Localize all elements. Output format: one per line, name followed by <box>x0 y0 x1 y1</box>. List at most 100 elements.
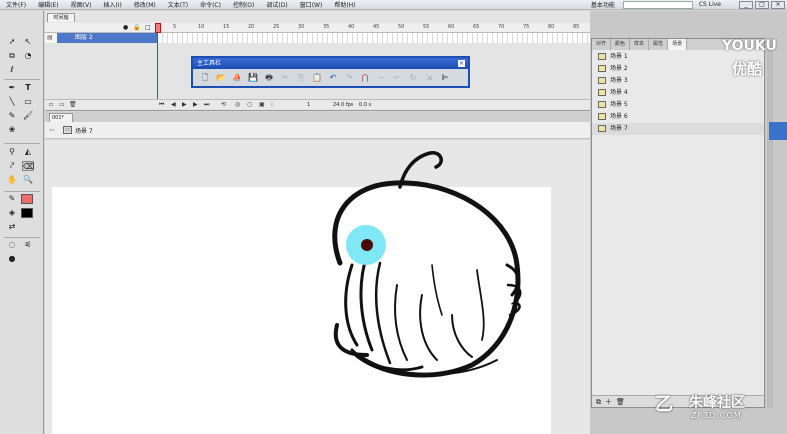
free-transform-tool-icon[interactable]: ⧉ <box>6 51 18 61</box>
print-icon[interactable]: 🖶 <box>261 72 277 84</box>
cs-live-button[interactable]: CS Live <box>699 1 739 8</box>
swap-colors-icon[interactable]: ⇄ <box>6 222 18 232</box>
brush-tool-icon[interactable]: 🖌 <box>22 111 34 121</box>
character-drawing[interactable] <box>312 145 537 380</box>
zoom-tool-icon[interactable]: 🔍 <box>22 175 34 185</box>
delete-layer-icon[interactable]: 🗑 <box>69 101 77 108</box>
menu-commands[interactable]: 命令(C) <box>194 0 227 9</box>
object-drawing-icon[interactable]: ◌ <box>6 240 18 250</box>
tab-color[interactable]: 颜色 <box>611 39 631 50</box>
3d-rotation-tool-icon[interactable]: ◔ <box>22 51 34 61</box>
snap-icon[interactable]: ⋂ <box>357 72 373 84</box>
redo-icon[interactable]: ↷ <box>341 72 357 84</box>
menu-debug[interactable]: 调试(D) <box>260 0 293 9</box>
new-layer-icon[interactable]: ▫ <box>49 101 53 108</box>
layer-name[interactable]: 图层 2 <box>57 33 158 43</box>
lock-all-layers-icon[interactable]: 🔒 <box>133 24 140 31</box>
layer-row[interactable]: ▤ 图层 2 <box>45 33 590 43</box>
selection-tool-icon[interactable]: ➚ <box>6 37 18 47</box>
workspace-switcher[interactable]: 基本功能 <box>583 0 623 9</box>
menu-file[interactable]: 文件(F) <box>0 0 32 9</box>
undo-icon[interactable]: ↶ <box>325 72 341 84</box>
bridge-icon[interactable]: ⛵ <box>229 72 245 84</box>
straighten-icon[interactable]: ⌐ <box>389 72 405 84</box>
scene-breadcrumb[interactable]: 场景 7 <box>75 126 93 135</box>
tab-properties[interactable]: 属性 <box>649 39 669 50</box>
back-arrow-icon[interactable]: ⇦ <box>49 126 55 134</box>
scene-list-item[interactable]: 场景 5 <box>592 99 764 111</box>
scene-list-item-selected[interactable]: 场景 7 <box>592 123 764 135</box>
tab-align[interactable]: 对齐 <box>592 39 612 50</box>
save-icon[interactable]: 💾 <box>245 72 261 84</box>
show-all-layers-icon[interactable]: ● <box>123 24 128 31</box>
pen-tool-icon[interactable]: ✒ <box>6 83 18 93</box>
eraser-tool-icon[interactable]: ⌫ <box>22 161 34 171</box>
menu-control[interactable]: 控制(O) <box>227 0 260 9</box>
scene-list-item[interactable]: 场景 6 <box>592 111 764 123</box>
rectangle-tool-icon[interactable]: ▭ <box>22 97 34 107</box>
lasso-tool-icon[interactable]: ℓ <box>6 65 18 75</box>
paste-icon[interactable]: 📋 <box>309 72 325 84</box>
rotate-icon[interactable]: ↻ <box>405 72 421 84</box>
play-icon[interactable]: ▶ <box>182 101 187 108</box>
smooth-icon[interactable]: ∼ <box>373 72 389 84</box>
open-icon[interactable]: 📂 <box>213 72 229 84</box>
minimize-button[interactable]: _ <box>739 0 753 9</box>
menu-edit[interactable]: 编辑(E) <box>32 0 64 9</box>
subselection-tool-icon[interactable]: ↖ <box>22 37 34 47</box>
menu-insert[interactable]: 插入(I) <box>97 0 127 9</box>
menu-help[interactable]: 帮助(H) <box>328 0 361 9</box>
paint-bucket-tool-icon[interactable]: ◭ <box>22 147 34 157</box>
document-tab[interactable]: 001* <box>49 113 73 122</box>
scene-list-item[interactable]: 场景 4 <box>592 87 764 99</box>
menu-view[interactable]: 视图(V) <box>65 0 98 9</box>
edit-multiple-frames-icon[interactable]: ▣ <box>259 101 265 108</box>
onion-outline-icon[interactable]: ○ <box>247 101 252 108</box>
pencil-tool-icon[interactable]: ✎ <box>6 111 18 121</box>
align-icon[interactable]: ⊫ <box>437 72 453 84</box>
playhead-handle[interactable] <box>155 23 161 33</box>
panel-scrollbar[interactable] <box>767 38 773 408</box>
copy-icon[interactable]: ⎘ <box>293 72 309 84</box>
new-icon[interactable]: 🗋 <box>197 72 213 84</box>
eyedropper-tool-icon[interactable]: ⤤ <box>6 161 18 171</box>
bone-tool-icon[interactable]: ⚲ <box>6 147 18 157</box>
text-tool-icon[interactable]: T <box>22 83 34 93</box>
stroke-color-swatch[interactable] <box>21 194 33 204</box>
layer-frames[interactable] <box>158 33 590 43</box>
frame-ruler[interactable]: 5 10 15 20 25 30 35 40 45 50 55 60 65 70… <box>158 23 590 33</box>
help-search-input[interactable] <box>622 0 693 9</box>
first-frame-icon[interactable]: ⏮ <box>159 101 164 109</box>
collapsed-panel-icon[interactable] <box>769 122 787 140</box>
delete-scene-icon[interactable]: 🗑 <box>616 398 629 406</box>
hand-tool-icon[interactable]: ✋ <box>6 175 18 185</box>
next-frame-icon[interactable]: ▶ <box>193 101 198 108</box>
prev-frame-icon[interactable]: ◀ <box>171 101 176 108</box>
brush-mode-icon[interactable]: ⚟ <box>22 240 34 250</box>
menu-text[interactable]: 文本(T) <box>162 0 194 9</box>
new-folder-icon[interactable]: ▭ <box>59 101 65 108</box>
onion-markers-icon[interactable]: ⁝ <box>271 101 273 108</box>
menu-window[interactable]: 窗口(W) <box>294 0 329 9</box>
menu-modify[interactable]: 修改(M) <box>128 0 162 9</box>
cut-icon[interactable]: ✂ <box>277 72 293 84</box>
loop-icon[interactable]: ⟲ <box>221 101 226 108</box>
frame-rate[interactable]: 24.0 fps <box>333 102 353 108</box>
maximize-button[interactable]: □ <box>755 0 769 9</box>
timeline-tab[interactable]: 时间轴 <box>47 13 75 22</box>
main-toolbar-title[interactable]: 主工具栏 <box>193 58 468 69</box>
line-tool-icon[interactable]: ╲ <box>6 97 18 107</box>
close-window-button[interactable]: × <box>771 0 785 9</box>
tab-scene[interactable]: 场景 <box>668 39 688 50</box>
scale-icon[interactable]: ⇲ <box>421 72 437 84</box>
onion-skin-icon[interactable]: ◎ <box>235 101 240 108</box>
last-frame-icon[interactable]: ⏭ <box>204 101 209 109</box>
deco-tool-icon[interactable]: ❀ <box>6 125 18 135</box>
close-icon[interactable]: × <box>458 60 465 67</box>
outline-all-layers-icon[interactable]: □ <box>145 24 151 31</box>
tab-swatches[interactable]: 样本 <box>630 39 650 50</box>
fill-color-swatch[interactable] <box>21 208 33 218</box>
duplicate-scene-icon[interactable]: ⧉ <box>596 398 605 406</box>
brush-size-icon[interactable]: ● <box>6 254 18 264</box>
add-scene-icon[interactable]: ＋ <box>605 398 616 406</box>
